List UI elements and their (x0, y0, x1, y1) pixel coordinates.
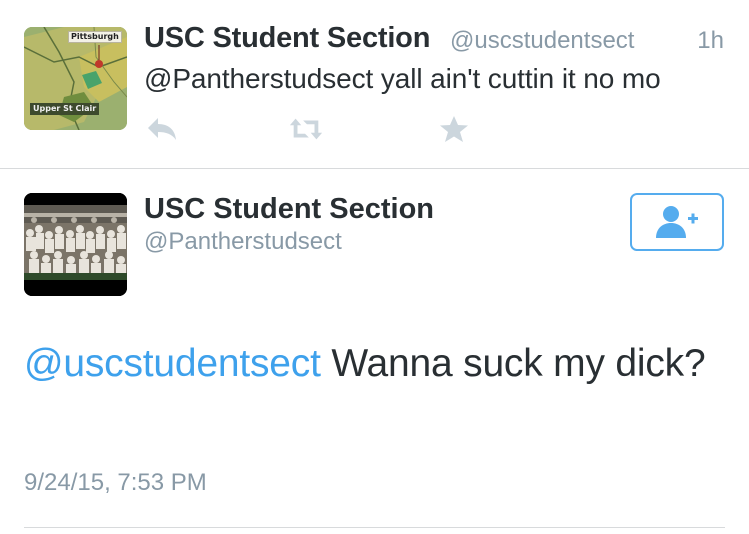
author-handle[interactable]: @Pantherstudsect (144, 228, 342, 256)
author-name[interactable]: USC Student Section (144, 193, 434, 226)
tweet-timestamp: 9/24/15, 7:53 PM (24, 469, 207, 496)
retweet-button[interactable] (288, 113, 324, 145)
tweet-text: @uscstudentsect Wanna suck my dick? (24, 338, 714, 390)
reply-button[interactable] (144, 113, 180, 145)
mention-link[interactable]: @uscstudentsect (24, 342, 321, 385)
divider (24, 527, 725, 528)
author-name[interactable]: USC Student Section (144, 22, 430, 55)
avatar[interactable]: Pittsburgh Upper St Clair (24, 27, 127, 130)
retweet-icon (289, 118, 323, 140)
favorite-button[interactable] (436, 113, 472, 145)
reply-icon (148, 118, 176, 140)
avatar[interactable] (24, 193, 127, 296)
parent-tweet[interactable]: Pittsburgh Upper St Clair USC Student Se… (0, 0, 749, 169)
crowd-image (24, 193, 127, 296)
author-handle[interactable]: @uscstudentsect (450, 27, 634, 55)
add-user-icon (656, 206, 698, 238)
tweet-body: Wanna suck my dick? (320, 342, 706, 385)
map-label-upper-st-clair: Upper St Clair (30, 103, 100, 115)
twitter-screen: Pittsburgh Upper St Clair USC Student Se… (0, 0, 749, 534)
tweet-text: @Pantherstudsect yall ain't cuttin it no… (144, 63, 661, 94)
map-label-pittsburgh: Pittsburgh (68, 31, 122, 43)
star-icon (440, 116, 468, 142)
tweet-time: 1h (697, 27, 724, 54)
follow-button[interactable] (630, 193, 724, 251)
